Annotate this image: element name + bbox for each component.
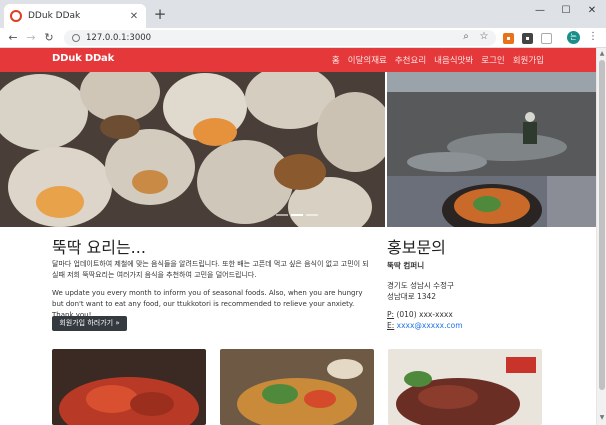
browser-toolbar: ← → ↻ 127.0.0.1:3000 ⌕ ☆ ▪ ▪ 는 ⋮ [0, 28, 606, 48]
reload-icon[interactable]: ↻ [42, 31, 56, 45]
nav-link-signup[interactable]: 회원가입 [513, 54, 544, 66]
section-headline: 뚝딱 요리는... [52, 238, 146, 257]
page-scrollbar[interactable]: ▲ ▼ [596, 48, 606, 425]
minimize-button[interactable]: — [530, 4, 550, 18]
bookmark-star-icon[interactable]: ☆ [478, 31, 490, 43]
maximize-button[interactable]: ☐ [556, 4, 576, 18]
email-label: E: [387, 321, 395, 330]
forward-icon[interactable]: → [24, 31, 38, 45]
nav-links: 홈 이달의재료 추천요리 내음식맛봐 로그인 회원가입 [332, 54, 544, 66]
nav-link-home[interactable]: 홈 [332, 54, 340, 66]
menu-kebab-icon[interactable]: ⋮ [587, 31, 599, 43]
hero-carousel-image[interactable] [0, 72, 385, 227]
scroll-up-icon[interactable]: ▲ [598, 50, 606, 57]
contact-title: 홍보문의 [387, 238, 446, 257]
close-tab-icon[interactable]: ✕ [128, 11, 140, 22]
nav-link-monthly-ingredients[interactable]: 이달의재료 [348, 54, 387, 66]
carousel-dot[interactable] [306, 214, 318, 216]
tidal-flat-photo [387, 72, 596, 176]
recipe-card-image[interactable] [52, 349, 206, 425]
email-link[interactable]: xxxx@xxxxx.com [397, 321, 463, 330]
web-page: DDuk DDak 홈 이달의재료 추천요리 내음식맛봐 로그인 회원가입 뚝딱… [0, 48, 596, 425]
recipe-card-image[interactable] [388, 349, 542, 425]
extension-icon[interactable]: ▪ [503, 33, 514, 44]
carousel-indicators [276, 214, 318, 216]
zoom-icon[interactable]: ⌕ [460, 31, 472, 43]
address-bar[interactable]: 127.0.0.1:3000 [64, 30, 496, 46]
contact-phone: P: (010) xxx-xxxx [387, 310, 453, 319]
company-name: 뚝딱 컴퍼니 [387, 261, 425, 270]
site-favicon-icon [10, 10, 22, 22]
scroll-down-icon[interactable]: ▼ [598, 414, 606, 421]
close-window-button[interactable]: ✕ [582, 4, 602, 18]
nav-link-login[interactable]: 로그인 [481, 54, 504, 66]
food-dish-photo [387, 176, 596, 227]
site-navbar: DDuk DDak 홈 이달의재료 추천요리 내음식맛봐 로그인 회원가입 [0, 48, 596, 72]
extension-icon[interactable] [541, 33, 552, 44]
clams-photo [0, 72, 385, 227]
back-icon[interactable]: ← [6, 31, 20, 45]
url-text: 127.0.0.1:3000 [86, 33, 152, 43]
site-info-icon[interactable] [72, 34, 80, 42]
phone-label: P: [387, 310, 395, 319]
browser-tabstrip: DDuk DDak ✕ + — ☐ ✕ [0, 0, 606, 28]
recipe-card-image[interactable] [220, 349, 374, 425]
address-line: 성남대로 1342 [387, 292, 437, 301]
tab-title: DDuk DDak [28, 11, 81, 21]
scroll-thumb[interactable] [599, 60, 605, 390]
address-line: 경기도 성남시 수정구 [387, 281, 454, 290]
carousel-dot[interactable] [276, 214, 288, 216]
site-brand-logo[interactable]: DDuk DDak [52, 53, 114, 64]
signup-cta-button[interactable]: 회원가입 하러가기 » [52, 316, 127, 331]
nav-link-taste[interactable]: 내음식맛봐 [434, 54, 473, 66]
contact-email: E: xxxx@xxxxx.com [387, 321, 463, 330]
phone-number: (010) xxx-xxxx [396, 310, 453, 319]
extension-icon[interactable]: ▪ [522, 33, 533, 44]
nav-link-recommended[interactable]: 추천요리 [395, 54, 426, 66]
intro-paragraph-ko: 달마다 업데이트하여 제철에 맞는 음식들을 알려드립니다. 또한 배는 고픈데… [52, 260, 369, 279]
browser-tab[interactable]: DDuk DDak ✕ [4, 4, 146, 28]
new-tab-button[interactable]: + [152, 6, 168, 22]
profile-avatar[interactable]: 는 [567, 31, 580, 44]
carousel-dot[interactable] [291, 214, 303, 216]
